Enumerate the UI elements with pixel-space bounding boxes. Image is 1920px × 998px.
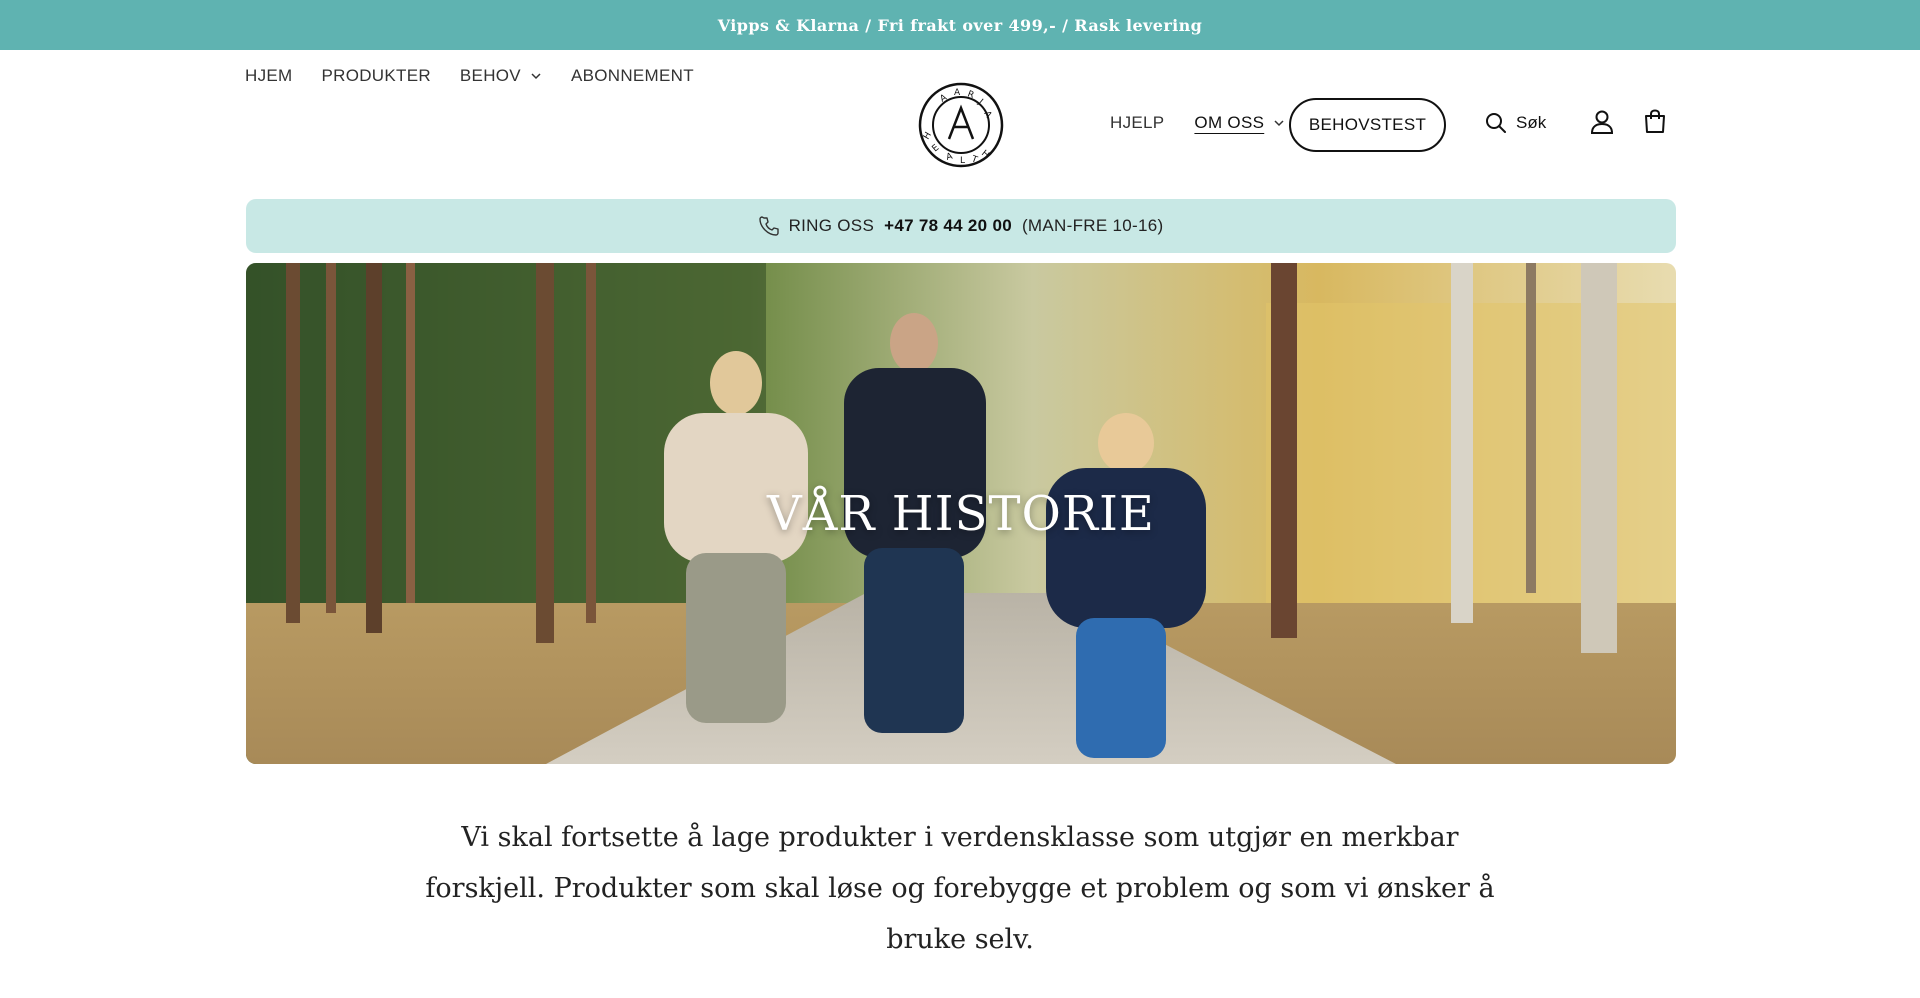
chevron-down-icon bbox=[531, 73, 541, 80]
phone-icon bbox=[758, 216, 779, 236]
chevron-down-icon bbox=[1274, 120, 1284, 127]
search-icon bbox=[1486, 113, 1506, 133]
search-button[interactable]: Søk bbox=[1484, 111, 1546, 135]
call-phone-number[interactable]: +47 78 44 20 00 bbox=[884, 216, 1012, 236]
brand-logo[interactable]: A A R J A H E A L T H bbox=[918, 82, 1004, 168]
nav-item-produkter[interactable]: PRODUKTER bbox=[321, 66, 430, 86]
nav-item-label: HJELP bbox=[1110, 113, 1165, 132]
behovstest-button[interactable]: BEHOVSTEST bbox=[1289, 98, 1446, 152]
hero-title: VÅR HISTORIE bbox=[767, 485, 1155, 542]
account-button[interactable] bbox=[1589, 109, 1615, 140]
hero-banner: VÅR HISTORIE bbox=[246, 263, 1676, 764]
cart-icon bbox=[1645, 109, 1665, 133]
nav-item-label: OM OSS bbox=[1194, 113, 1265, 132]
nav-item-label: HJEM bbox=[245, 66, 293, 85]
nav-item-abonnement[interactable]: ABONNEMENT bbox=[571, 66, 694, 86]
nav-item-om-oss[interactable]: OM OSS bbox=[1194, 113, 1285, 133]
svg-text:A: A bbox=[945, 151, 954, 162]
svg-text:L: L bbox=[960, 156, 965, 166]
nav-item-label: PRODUKTER bbox=[321, 66, 431, 85]
search-label: Søk bbox=[1516, 113, 1547, 132]
announcement-bar: Vipps & Klarna / Fri frakt over 499,- / … bbox=[0, 0, 1920, 50]
nav-item-hjelp[interactable]: HJELP bbox=[1110, 113, 1164, 133]
main-nav-left: HJEM PRODUKTER BEHOV ABONNEMENT bbox=[245, 66, 694, 86]
logo-emblem: A A R J A H E A L T H bbox=[918, 82, 1004, 168]
behovstest-button-label: BEHOVSTEST bbox=[1308, 115, 1427, 134]
user-icon bbox=[1590, 110, 1614, 134]
nav-item-label: ABONNEMENT bbox=[570, 66, 694, 85]
story-paragraph: Vi skal fortsette å lage produkter i ver… bbox=[425, 822, 1495, 955]
nav-item-behov[interactable]: BEHOV bbox=[460, 66, 542, 86]
cart-button[interactable] bbox=[1642, 109, 1668, 140]
call-hours: (MAN-FRE 10-16) bbox=[1021, 216, 1164, 235]
svg-text:A: A bbox=[939, 92, 950, 104]
svg-text:H: H bbox=[979, 149, 991, 161]
call-prefix: RING OSS bbox=[788, 216, 875, 235]
announcement-text: Vipps & Klarna / Fri frakt over 499,- / … bbox=[717, 15, 1203, 35]
svg-text:A: A bbox=[954, 88, 961, 98]
call-us-banner: RING OSS +47 78 44 20 00 (MAN-FRE 10-16) bbox=[246, 199, 1676, 253]
nav-item-label: BEHOV bbox=[459, 66, 521, 85]
nav-item-hjem[interactable]: HJEM bbox=[245, 66, 292, 86]
main-nav-right: HJELP OM OSS bbox=[1110, 113, 1295, 133]
